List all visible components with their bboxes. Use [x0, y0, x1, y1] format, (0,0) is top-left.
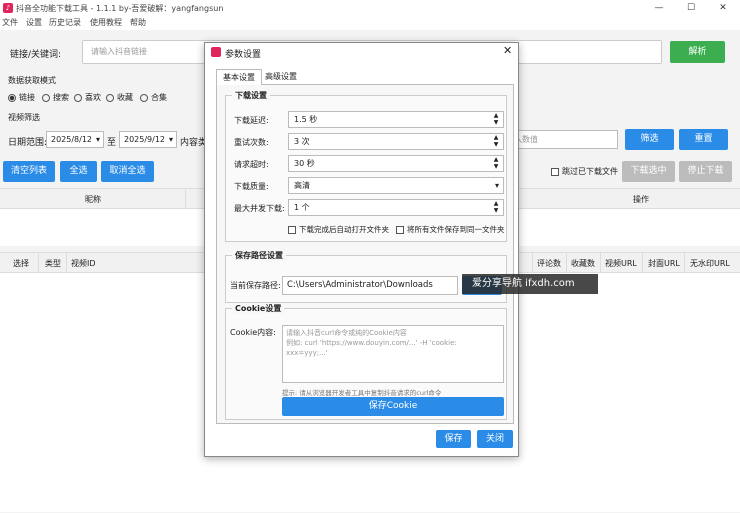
clear-list-button[interactable]: 清空列表 [3, 161, 55, 182]
section-title: 保存路径设置 [232, 250, 286, 261]
filter-label: 视频筛选 [8, 113, 40, 122]
column-divider [642, 253, 643, 273]
radio-icon [106, 93, 114, 102]
save-path-label: 当前保存路径: [230, 281, 281, 290]
date-from-picker[interactable]: 2025/8/12 [46, 131, 104, 148]
spin-arrows-icon[interactable]: ▲ ▼ [490, 134, 502, 148]
close-icon[interactable]: ✕ [708, 1, 738, 15]
reset-button[interactable]: 重置 [679, 129, 728, 150]
column-divider [684, 253, 685, 273]
tab-basic-settings[interactable]: 基本设置 [216, 69, 262, 85]
dialog-title: 参数设置 [225, 50, 262, 60]
menu-help[interactable]: 帮助 [130, 17, 146, 28]
date-to-picker[interactable]: 2025/9/12 [119, 131, 177, 148]
retry-label: 重试次数: [234, 138, 269, 147]
to-label: 至 [107, 138, 117, 148]
dialog-close-icon[interactable]: ✕ [503, 44, 512, 57]
date-range-label: 日期范围: [8, 138, 48, 148]
window-title: 抖音全功能下载工具 - 1.1.1 by-吾爱破解：yangfangsun [16, 4, 224, 13]
col-comments: 评论数 [537, 259, 561, 268]
close-button[interactable]: 关闭 [477, 430, 513, 448]
radio-icon [74, 93, 82, 102]
minimize-icon[interactable]: — [644, 1, 674, 15]
radio-collection[interactable]: 合集 [140, 92, 167, 103]
quality-label: 下载质量: [234, 182, 269, 191]
concurrency-spinbox[interactable]: 1 个 ▲ ▼ [288, 199, 504, 216]
tab-panel: 下载设置 下载延迟: 1.5 秒 ▲ ▼ 重试次数: 3 次 ▲ ▼ 请求超时: 30 … [216, 84, 514, 424]
spin-arrows-icon[interactable]: ▲ ▼ [490, 112, 502, 126]
download-settings-section: 下载设置 下载延迟: 1.5 秒 ▲ ▼ 重试次数: 3 次 ▲ ▼ 请求超时: 30 … [225, 90, 507, 242]
link-label: 链接/关键词: [10, 50, 62, 60]
parse-button[interactable]: 解析 [670, 41, 725, 63]
filter-button[interactable]: 筛选 [625, 129, 674, 150]
watermark-banner: 爱分享导航 ifxdh.com [462, 274, 598, 294]
download-selected-button[interactable]: 下载选中 [622, 161, 675, 182]
radio-icon [140, 93, 148, 102]
dialog-app-icon [211, 47, 221, 57]
col-video-id: 视频ID [71, 259, 96, 268]
menu-settings[interactable]: 设置 [26, 17, 42, 28]
col-select: 选择 [13, 259, 29, 268]
title-bar: ♪ 抖音全功能下载工具 - 1.1.1 by-吾爱破解：yangfangsun … [0, 0, 740, 16]
same-folder-checkbox[interactable]: 将所有文件保存到同一文件夹 [396, 224, 505, 235]
retry-spinbox[interactable]: 3 次 ▲ ▼ [288, 133, 504, 150]
cookie-hint: 提示: 请从浏览器开发者工具中复制抖音请求的curl命令 [282, 389, 442, 397]
radio-like[interactable]: 喜欢 [74, 92, 101, 103]
column-divider [566, 253, 567, 273]
radio-search[interactable]: 搜索 [42, 92, 69, 103]
radio-icon [42, 93, 50, 102]
checkbox-icon [288, 225, 296, 234]
deselect-all-button[interactable]: 取消全选 [101, 161, 154, 182]
timeout-label: 请求超时: [234, 160, 269, 169]
radio-checked-icon [8, 93, 16, 102]
section-title: 下载设置 [232, 90, 270, 101]
save-path-input[interactable]: C:\Users\Administrator\Downloads [282, 276, 458, 295]
spin-arrows-icon[interactable]: ▲ ▼ [490, 156, 502, 170]
col-nickname: 昵称 [85, 195, 101, 204]
save-cookie-button[interactable]: 保存Cookie [282, 397, 504, 416]
spin-arrows-icon[interactable]: ▲ ▼ [490, 200, 502, 214]
cookie-label: Cookie内容: [230, 328, 276, 337]
cookie-section: Cookie设置 Cookie内容: 请输入抖音curl命令或纯的Cookie内… [225, 303, 507, 420]
delay-spinbox[interactable]: 1.5 秒 ▲ ▼ [288, 111, 504, 128]
col-actions: 操作 [633, 195, 649, 204]
col-cover-url: 封面URL [648, 259, 680, 268]
delay-label: 下载延迟: [234, 116, 269, 125]
app-icon: ♪ [3, 3, 13, 13]
radio-link[interactable]: 链接 [8, 92, 35, 103]
mode-label: 数据获取模式 [8, 76, 56, 85]
checkbox-icon [396, 225, 404, 234]
timeout-spinbox[interactable]: 30 秒 ▲ ▼ [288, 155, 504, 172]
menu-bar: 文件 设置 历史记录 使用教程 帮助 [0, 16, 740, 30]
value-input[interactable]: 入数值 [510, 130, 618, 149]
concurrency-label: 最大并发下载: [234, 204, 285, 213]
content-type-label: 内容类 [180, 138, 208, 148]
col-video-url: 视频URL [605, 259, 637, 268]
settings-dialog: 参数设置 ✕ 基本设置 高级设置 下载设置 下载延迟: 1.5 秒 ▲ ▼ 重试次数… [204, 42, 519, 457]
checkbox-icon [551, 167, 559, 176]
skip-downloaded-checkbox[interactable]: 跳过已下载文件 [551, 166, 618, 177]
select-all-button[interactable]: 全选 [60, 161, 97, 182]
menu-history[interactable]: 历史记录 [49, 17, 81, 28]
column-divider [38, 253, 39, 273]
stop-download-button[interactable]: 停止下载 [679, 161, 732, 182]
col-nowatermark-url: 无水印URL [690, 259, 730, 268]
save-button[interactable]: 保存 [436, 430, 471, 448]
section-title: Cookie设置 [232, 303, 285, 314]
radio-favorite[interactable]: 收藏 [106, 92, 133, 103]
column-divider [600, 253, 601, 273]
menu-tutorial[interactable]: 使用教程 [90, 17, 122, 28]
column-divider [532, 253, 533, 273]
column-divider [66, 253, 67, 273]
quality-select[interactable]: 高清 [288, 177, 504, 194]
cookie-textarea[interactable]: 请输入抖音curl命令或纯的Cookie内容 例如: curl 'https:/… [282, 325, 504, 383]
tab-advanced-settings[interactable]: 高级设置 [259, 69, 303, 85]
maximize-icon[interactable]: ☐ [676, 1, 706, 15]
auto-open-folder-checkbox[interactable]: 下载完成后自动打开文件夹 [288, 224, 389, 235]
col-type: 类型 [45, 259, 61, 268]
menu-file[interactable]: 文件 [2, 17, 18, 28]
column-divider [185, 189, 186, 209]
col-favorites: 收藏数 [571, 259, 595, 268]
